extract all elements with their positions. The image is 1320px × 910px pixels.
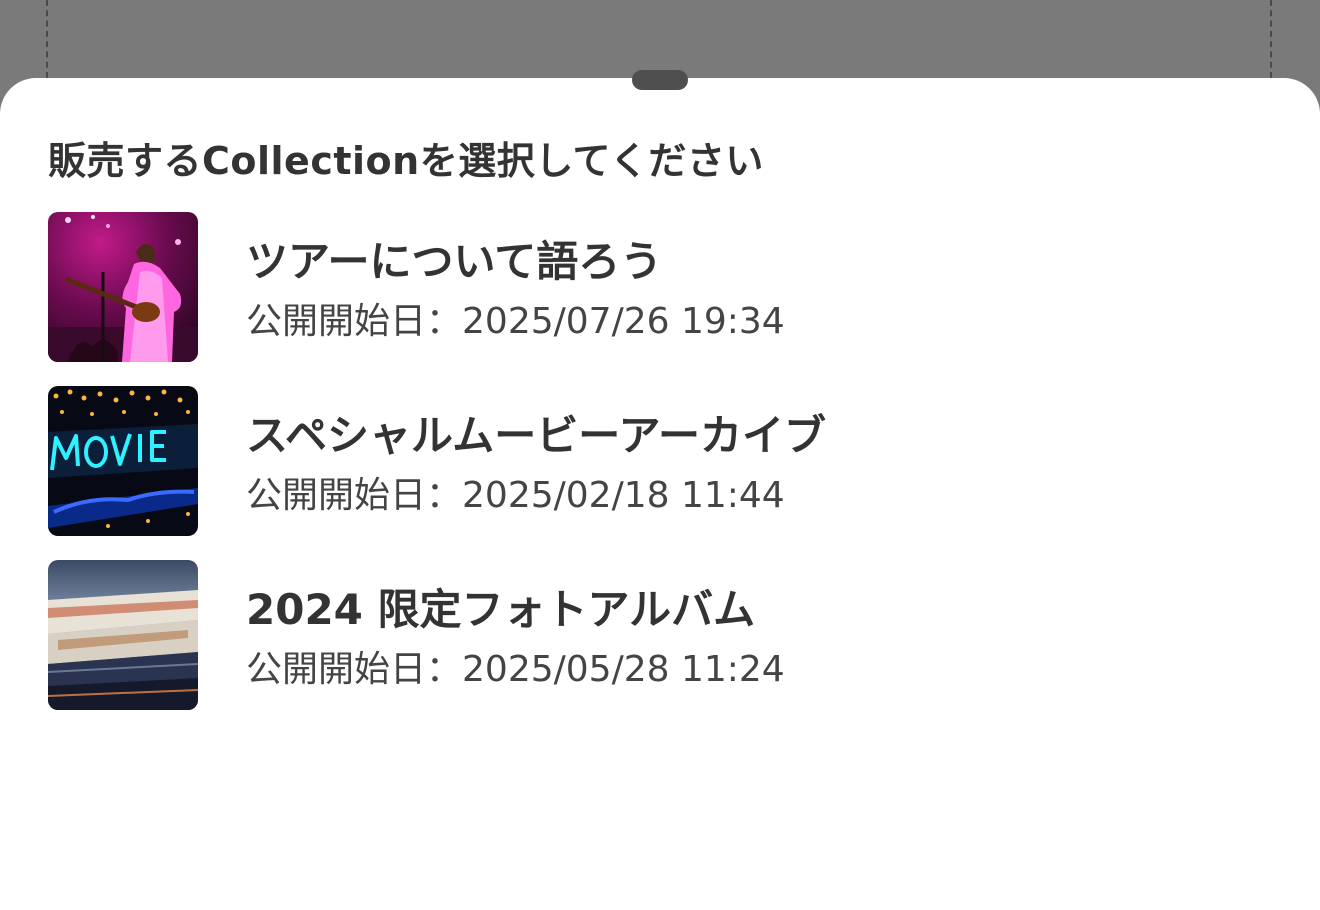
collection-date: 公開開始日：2025/05/28 11:24 [246, 640, 785, 692]
date-prefix: 公開開始日： [246, 301, 463, 342]
collection-date: 公開開始日：2025/07/26 19:34 [246, 292, 785, 344]
sheet-drag-handle[interactable] [632, 70, 688, 90]
collection-title: 2024 限定フォトアルバム [246, 585, 756, 634]
collection-date: 公開開始日：2025/02/18 11:44 [246, 466, 785, 518]
date-value: 2025/05/28 11:24 [462, 649, 785, 690]
collection-thumbnail-neon-movie [48, 386, 198, 536]
sheet-title: 販売するCollectionを選択してください [48, 139, 764, 183]
collection-thumbnail-concert [48, 212, 198, 362]
date-prefix: 公開開始日： [246, 649, 463, 690]
collection-title: ツアーについて語ろう [246, 237, 663, 286]
collection-item-photo-album[interactable]: 2024 限定フォトアルバム 公開開始日：2025/05/28 11:24 [0, 558, 1320, 732]
collection-title: スペシャルムービーアーカイブ [246, 411, 827, 460]
collection-thumbnail-photo-stack [48, 560, 198, 710]
date-value: 2025/02/18 11:44 [462, 475, 785, 516]
collection-list: ツアーについて語ろう 公開開始日：2025/07/26 19:34 スペシャルム… [0, 210, 1320, 732]
collection-item-tour[interactable]: ツアーについて語ろう 公開開始日：2025/07/26 19:34 [0, 210, 1320, 384]
date-prefix: 公開開始日： [246, 475, 463, 516]
bottom-sheet: 販売するCollectionを選択してください ツアーについて語ろう 公開開始日… [0, 78, 1320, 910]
dashed-guide-left [46, 0, 48, 78]
dashed-guide-right [1270, 0, 1272, 78]
collection-item-movie-archive[interactable]: スペシャルムービーアーカイブ 公開開始日：2025/02/18 11:44 [0, 384, 1320, 558]
date-value: 2025/07/26 19:34 [462, 301, 785, 342]
